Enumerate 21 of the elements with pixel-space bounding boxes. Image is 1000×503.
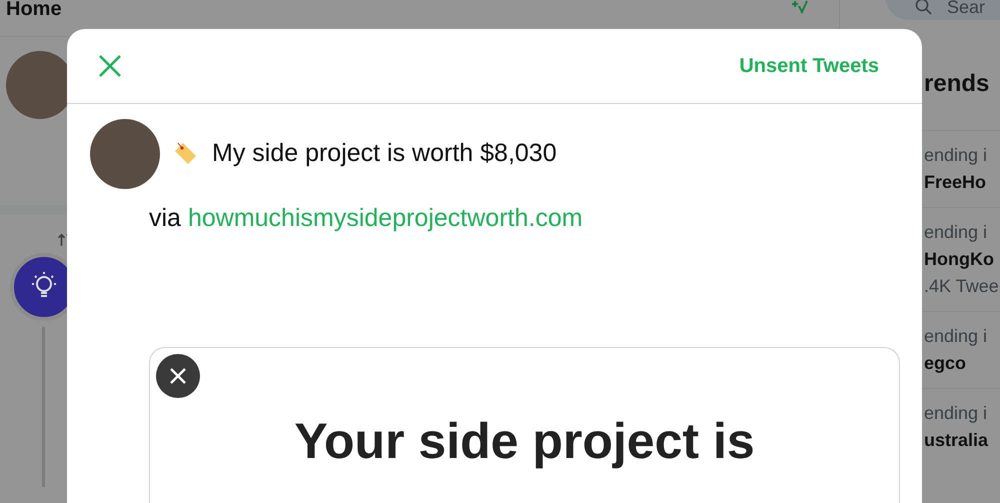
link[interactable]: howmuchismysideprojectworth.com	[188, 204, 583, 233]
via-label: via	[149, 204, 181, 233]
card-title: Your side project is	[294, 412, 755, 471]
trend-context: ending i	[924, 145, 988, 166]
trend-name: FreeHo	[924, 172, 988, 193]
trend-name: egco	[924, 353, 968, 374]
unsent-tweets-button[interactable]: Unsent Tweets	[739, 54, 879, 78]
page-title: Home	[6, 0, 62, 18]
trend-name: HongKo	[924, 249, 995, 270]
trend-context: ending i	[924, 326, 988, 347]
trend-name: ustralia	[924, 430, 990, 451]
close-icon[interactable]	[97, 53, 123, 79]
tweet-text[interactable]: My side project is worth $8,030	[212, 139, 557, 168]
trend-count: .4K Twee	[924, 276, 1000, 297]
section-title: rends	[924, 70, 990, 98]
search-icon	[915, 0, 933, 16]
close-button[interactable]	[156, 354, 200, 398]
trend-context: ending i	[924, 403, 988, 424]
close-icon	[169, 367, 187, 385]
search-field[interactable]: Sear	[885, 0, 1000, 20]
trend-context: ending i	[924, 222, 988, 243]
